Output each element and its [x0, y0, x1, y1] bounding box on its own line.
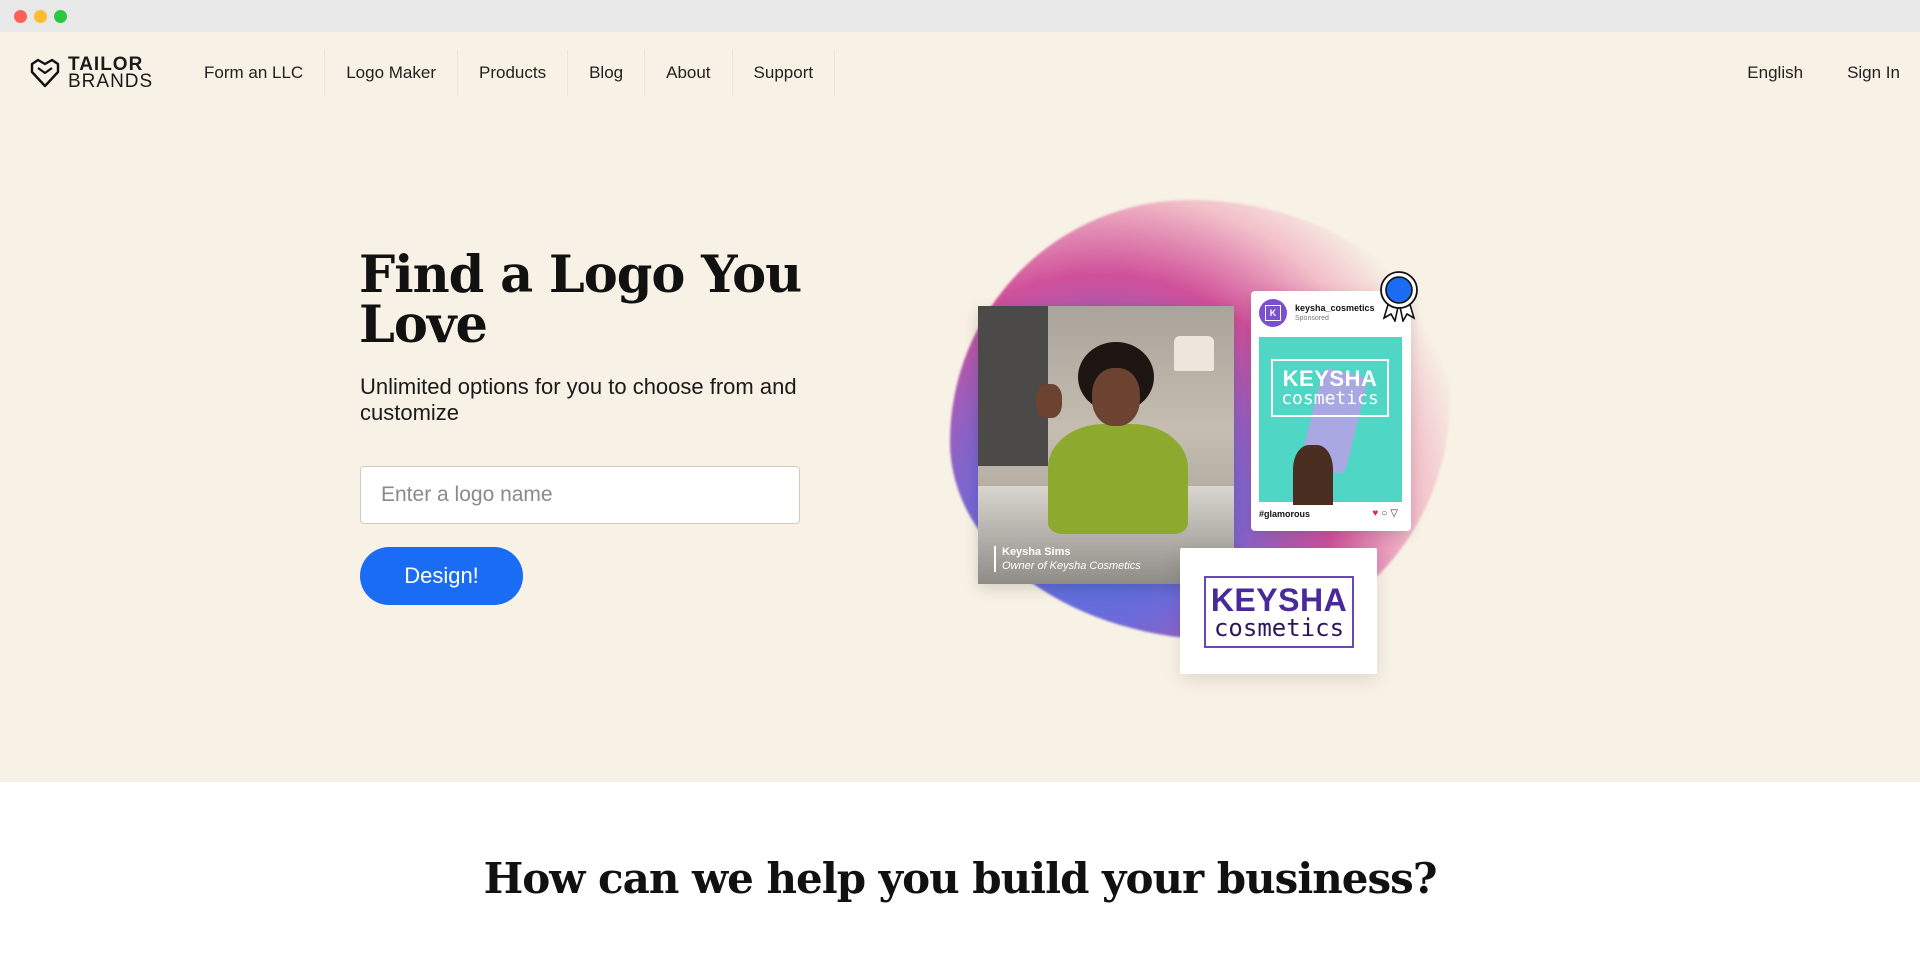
main-menu: Form an LLC Logo Maker Products Blog Abo… [183, 50, 836, 96]
post-avatar: K [1259, 299, 1287, 327]
award-ribbon-icon [1380, 271, 1418, 322]
post-hand [1293, 445, 1333, 505]
logo-card-line2: cosmetics [1213, 614, 1345, 642]
top-nav: TAILOR BRANDS Form an LLC Logo Maker Pro… [0, 32, 1920, 110]
post-brand-frame: KEYSHA cosmetics [1271, 359, 1389, 417]
post-image: KEYSHA cosmetics [1259, 337, 1402, 505]
window-titlebar [0, 0, 1920, 32]
post-actions: ♥○▽ [1372, 508, 1401, 519]
help-section-title: How can we help you build your business? [483, 854, 1438, 903]
logo-card-line1: KEYSHA [1210, 582, 1348, 618]
logo-name-input[interactable] [360, 466, 800, 524]
share-icon: ▽ [1390, 508, 1401, 519]
brand-logo[interactable]: TAILOR BRANDS [28, 54, 153, 92]
hero-subtitle: Unlimited options for you to choose from… [360, 374, 797, 425]
nav-about[interactable]: About [645, 50, 733, 96]
post-brand-line1: KEYSHA [1282, 366, 1378, 391]
language-selector[interactable]: English [1747, 63, 1803, 83]
post-hashtag: #glamorous [1259, 509, 1311, 519]
photo-person-face [1092, 368, 1140, 426]
post-handle: keysha_cosmetics [1295, 303, 1375, 313]
nav-right: English Sign In [1703, 50, 1900, 96]
nav-form-llc[interactable]: Form an LLC [183, 50, 326, 96]
nav-products[interactable]: Products [458, 50, 569, 96]
maximize-window-icon[interactable] [54, 10, 67, 23]
photo-caption-role: Owner of Keysha Cosmetics [1002, 560, 1141, 572]
help-section: How can we help you build your business? [0, 782, 1920, 969]
photo-person-hand [1036, 384, 1062, 418]
photo-shelf [978, 306, 1048, 466]
post-avatar-letter: K [1265, 305, 1281, 321]
brand-heart-icon [30, 58, 60, 88]
nav-logo-maker[interactable]: Logo Maker [325, 50, 458, 96]
photo-person-shirt [1048, 424, 1188, 534]
hero-section: TAILOR BRANDS Form an LLC Logo Maker Pro… [0, 32, 1920, 782]
post-sponsored-label: Sponsored [1295, 315, 1329, 322]
social-post-card: K keysha_cosmetics Sponsored KEYSHA cosm… [1251, 291, 1411, 531]
minimize-window-icon[interactable] [34, 10, 47, 23]
nav-support[interactable]: Support [733, 50, 836, 96]
comment-icon: ○ [1381, 508, 1391, 519]
close-window-icon[interactable] [14, 10, 27, 23]
photo-caption-name: Keysha Sims [1002, 546, 1071, 558]
sign-in-link[interactable]: Sign In [1847, 63, 1900, 83]
nav-blog[interactable]: Blog [568, 50, 646, 96]
logo-card-frame: KEYSHA cosmetics [1204, 576, 1354, 648]
design-button[interactable]: Design! [360, 547, 523, 605]
brand-name-line2: BRANDS [68, 71, 154, 92]
hero-title: Find a Logo You Love [359, 245, 802, 355]
photo-caption: Keysha Sims Owner of Keysha Cosmetics [994, 546, 1141, 572]
brand-logo-card: KEYSHA cosmetics [1180, 548, 1377, 674]
post-brand-line2: cosmetics [1281, 388, 1379, 409]
owner-photo: Keysha Sims Owner of Keysha Cosmetics [978, 306, 1234, 584]
photo-lamp [1174, 336, 1214, 371]
heart-icon: ♥ [1372, 508, 1382, 519]
